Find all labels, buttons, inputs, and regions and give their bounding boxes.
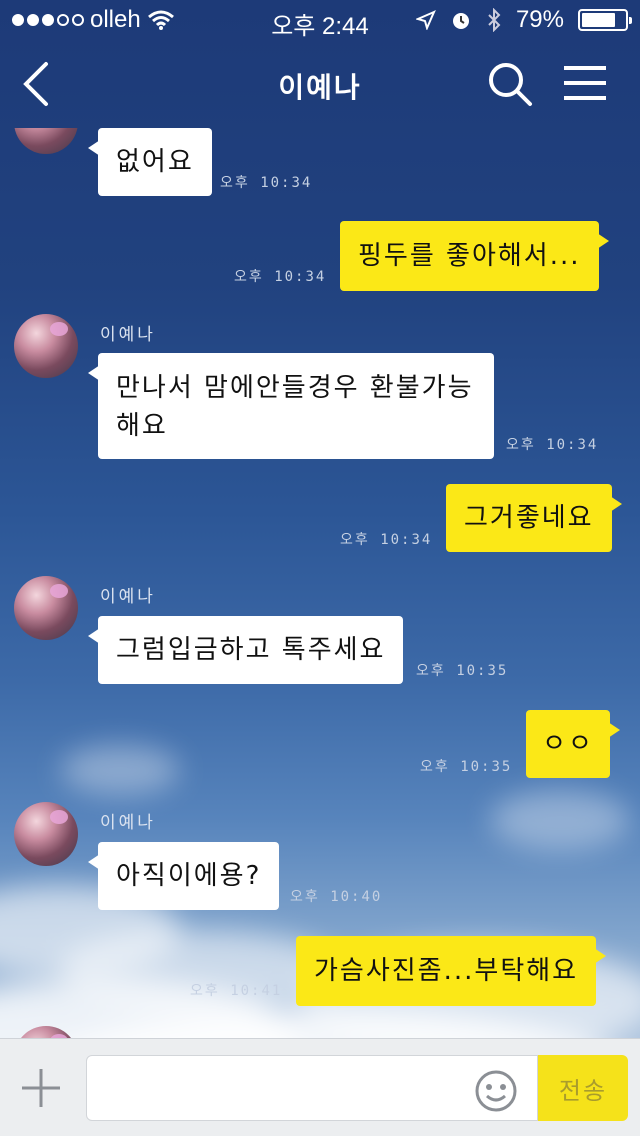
alarm-icon [452,13,469,29]
message-bubble-incoming[interactable]: 그럼입금하고 톡주세요 [87,616,404,684]
emoji-icon[interactable] [474,1069,518,1113]
bluetooth-icon [488,8,501,32]
search-icon[interactable] [486,60,534,108]
message-bubble-incoming[interactable]: 없어요 [88,128,212,196]
sender-name: 이예나 [100,813,156,833]
message-time: 오후 10:35 [416,663,509,679]
message-bubble-outgoing[interactable]: 그거좋네요 [446,484,622,552]
avatar[interactable] [14,1026,78,1038]
message-line: 만나서 맘에안들경우 환불가능 [116,373,474,403]
message-time: 오후 10:35 [420,759,513,775]
message-list[interactable]: 없어요 오후 10:34 핑두를 좋아해서... 오후 10:34 이예나 만나… [0,128,640,1038]
message-time: 오후 10:34 [340,532,433,548]
message-bubble-outgoing[interactable]: 가슴사진좀...부탁해요 [296,936,607,1006]
status-bar: olleh 오후 2:44 79% [0,0,640,40]
avatar[interactable] [14,314,78,378]
send-button[interactable]: 전송 [538,1055,628,1121]
location-icon [415,10,436,30]
message-bubble-incoming[interactable]: 만나서 맘에안들경우 환불가능 해요 [88,353,494,459]
battery-percent: 79% [515,6,564,33]
message-bubble-outgoing[interactable]: ㅇㅇ [526,710,620,778]
plus-icon[interactable] [20,1067,62,1109]
message-bubble-incoming[interactable]: 아직이에용? [87,842,280,910]
message-time: 오후 10:34 [234,269,327,285]
avatar[interactable] [14,802,78,866]
chat-title: 이예나 [278,71,362,104]
message-time: 오후 10:41 [190,983,283,999]
sender-name: 이예나 [100,325,156,345]
battery-icon [578,9,632,31]
message-time: 오후 10:34 [220,175,313,191]
message-input[interactable] [86,1055,538,1121]
message-time: 오후 10:34 [506,437,599,453]
message-bubble-outgoing[interactable]: 핑두를 좋아해서... [340,221,608,291]
message-line: 해요 [116,411,168,441]
message-time: 오후 10:40 [290,889,383,905]
menu-icon[interactable] [562,62,608,104]
chat-header: 이예나 [0,40,640,128]
avatar[interactable] [14,128,78,154]
sender-name: 이예나 [100,587,156,607]
avatar[interactable] [14,576,78,640]
message-input-bar: 전송 [0,1038,640,1136]
